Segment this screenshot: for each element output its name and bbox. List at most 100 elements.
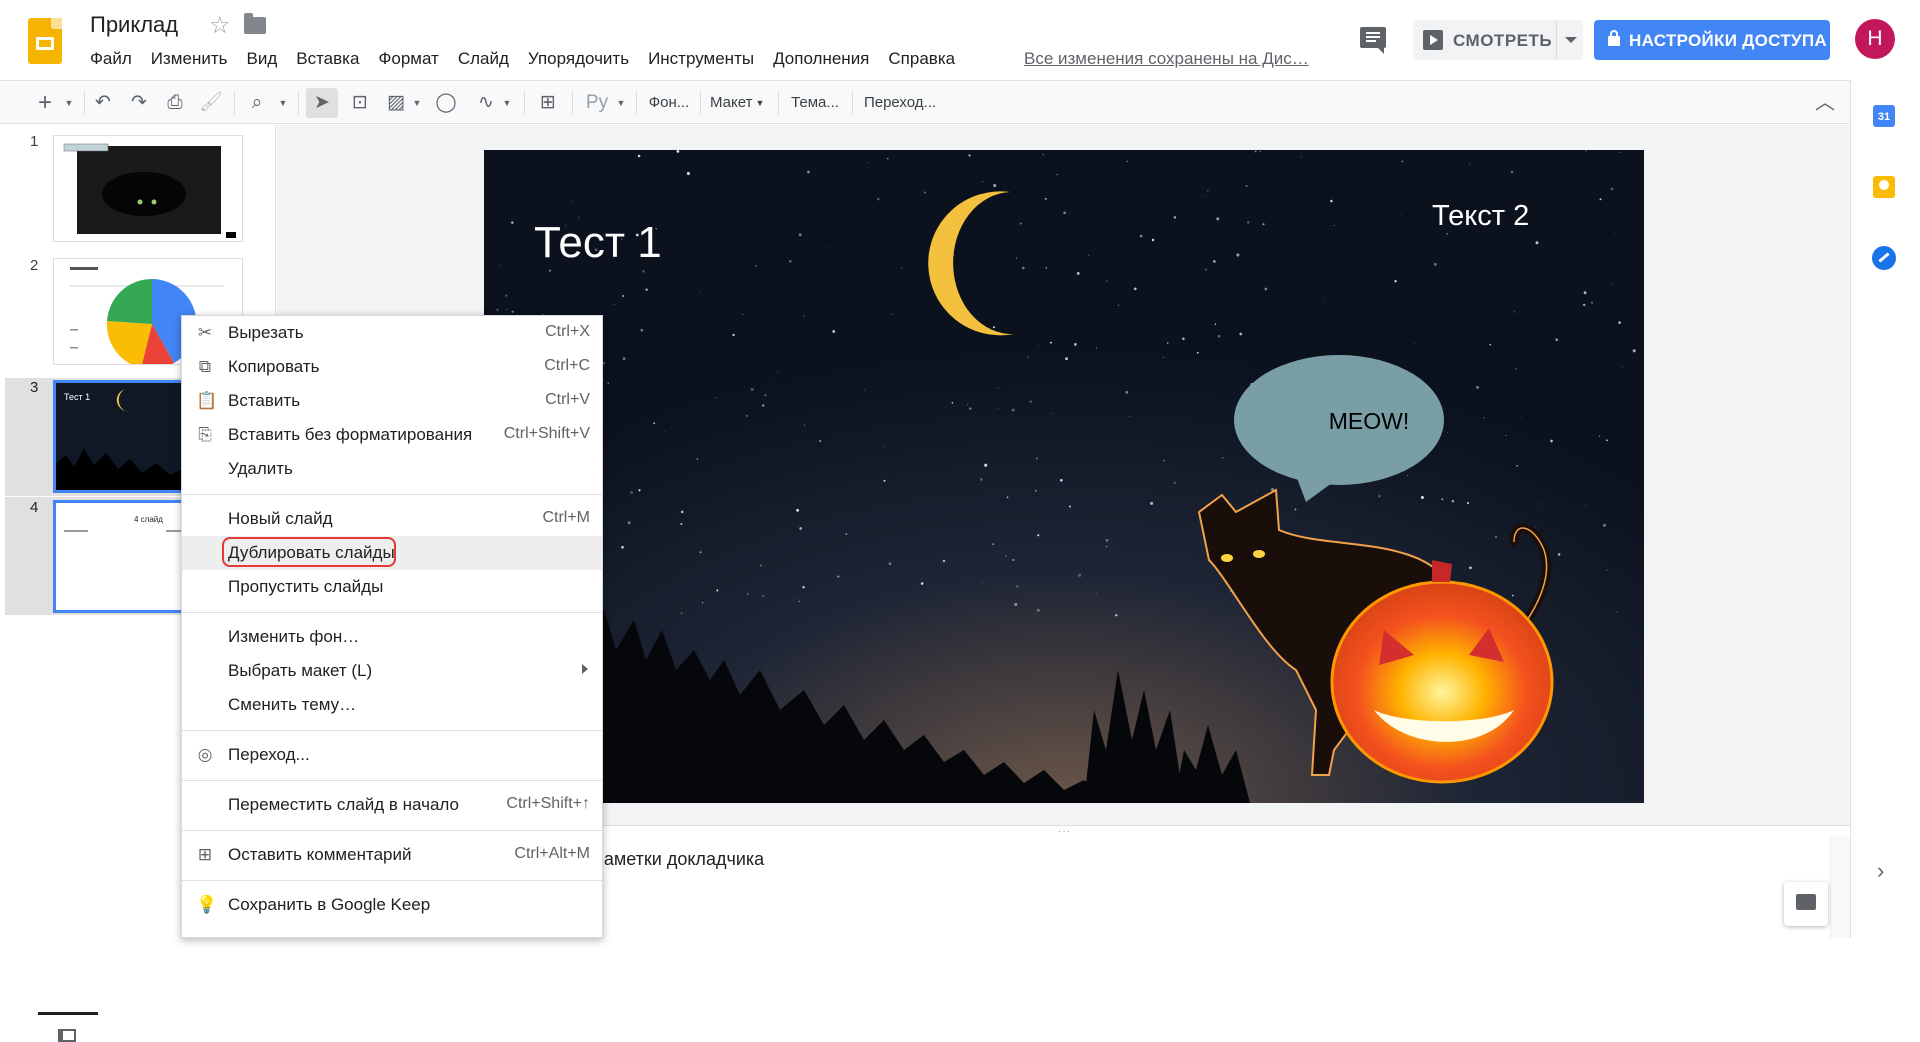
menu-item-save-to-keep[interactable]: 💡 Сохранить в Google Keep bbox=[182, 888, 602, 922]
folder-icon[interactable] bbox=[244, 13, 266, 34]
menu-item-label: Вырезать bbox=[228, 323, 304, 342]
menu-item-comment[interactable]: ⊞ Оставить комментарий Ctrl+Alt+M bbox=[182, 838, 602, 872]
present-button[interactable]: СМОТРЕТЬ bbox=[1413, 20, 1583, 60]
menu-item-label: Переместить слайд в начало bbox=[228, 795, 459, 814]
present-dropdown-chevron-icon[interactable] bbox=[1565, 37, 1577, 43]
expand-side-panel-chevron-icon[interactable]: › bbox=[1877, 858, 1884, 884]
menu-item-label: Копировать bbox=[228, 357, 320, 376]
menu-item-shortcut: Ctrl+C bbox=[544, 357, 590, 374]
menu-item-change-background[interactable]: Изменить фон… bbox=[182, 620, 602, 654]
slide-text-box[interactable]: Текст 2 bbox=[1432, 200, 1529, 233]
menu-item-duplicate-slides[interactable]: Дублировать слайды bbox=[182, 536, 602, 570]
theme-button[interactable]: Тема... bbox=[788, 88, 842, 118]
menu-divider bbox=[182, 830, 602, 831]
menu-arrange[interactable]: Упорядочить bbox=[528, 49, 629, 69]
menu-item-delete[interactable]: Удалить bbox=[182, 452, 602, 486]
thumbnail-title: 4 слайд bbox=[134, 515, 163, 524]
menu-item-change-theme[interactable]: Сменить тему… bbox=[182, 688, 602, 722]
menu-item-label: Изменить фон… bbox=[228, 627, 360, 646]
menu-item-transition[interactable]: ◎ Переход... bbox=[182, 738, 602, 772]
avatar[interactable]: Н bbox=[1855, 19, 1895, 59]
menu-item-paste[interactable]: 📋 Вставить Ctrl+V bbox=[182, 384, 602, 418]
menu-item-label: Сохранить в Google Keep bbox=[228, 895, 431, 914]
transition-icon: ◎ bbox=[197, 745, 213, 764]
menu-bar: Файл Изменить Вид Вставка Формат Слайд У… bbox=[90, 49, 974, 69]
grid-view-icon[interactable] bbox=[58, 1029, 76, 1042]
background-button[interactable]: Фон... bbox=[644, 88, 694, 118]
keep-icon[interactable] bbox=[1873, 176, 1895, 198]
layout-button[interactable]: Макет ▼ bbox=[710, 88, 764, 118]
input-tools-button[interactable]: Ру bbox=[580, 88, 614, 118]
line-icon[interactable]: ∿ bbox=[472, 88, 500, 118]
share-button[interactable]: НАСТРОЙКИ ДОСТУПА bbox=[1594, 20, 1830, 60]
slide-canvas[interactable]: Тест 1 Текст 2 MEOW! bbox=[484, 150, 1644, 803]
paint-format-icon[interactable]: 🖌 bbox=[198, 88, 224, 118]
menu-item-copy[interactable]: ⧉ Копировать Ctrl+C bbox=[182, 350, 602, 384]
input-tools-dropdown-icon[interactable]: ▼ bbox=[616, 88, 626, 118]
calendar-icon[interactable]: 31 bbox=[1873, 105, 1895, 127]
new-slide-plus-icon[interactable]: + bbox=[32, 88, 58, 118]
slides-logo-icon[interactable] bbox=[28, 18, 62, 64]
pumpkin-icon bbox=[1330, 580, 1554, 784]
notes-scrollbar[interactable] bbox=[1830, 836, 1850, 938]
line-dropdown-icon[interactable]: ▼ bbox=[502, 88, 512, 118]
comment-history-icon[interactable] bbox=[1360, 27, 1386, 54]
menu-insert[interactable]: Вставка bbox=[296, 49, 359, 69]
transition-button[interactable]: Переход... bbox=[860, 88, 940, 118]
slide-number: 4 bbox=[30, 499, 39, 516]
menu-item-apply-layout[interactable]: Выбрать макет (L) bbox=[182, 654, 602, 688]
speech-bubble-text[interactable]: MEOW! bbox=[1309, 408, 1429, 435]
slide-thumbnail-1[interactable] bbox=[53, 135, 243, 242]
text-box-icon[interactable]: ⊡ bbox=[346, 88, 374, 118]
menu-item-paste-plain[interactable]: ⎘ Вставить без форматирования Ctrl+Shift… bbox=[182, 418, 602, 452]
menu-item-shortcut: Ctrl+Alt+M bbox=[514, 845, 590, 862]
zoom-icon[interactable]: ⌕ bbox=[244, 88, 270, 118]
tasks-icon[interactable] bbox=[1872, 246, 1896, 270]
menu-item-skip-slides[interactable]: Пропустить слайды bbox=[182, 570, 602, 604]
menu-format[interactable]: Формат bbox=[378, 49, 438, 69]
menu-item-label: Дублировать слайды bbox=[228, 543, 395, 562]
menu-view[interactable]: Вид bbox=[246, 49, 277, 69]
collapse-toolbar-chevron-icon[interactable]: ︿ bbox=[1812, 88, 1838, 118]
select-tool-icon[interactable]: ➤ bbox=[306, 88, 338, 118]
redo-icon[interactable]: ↷ bbox=[126, 88, 152, 118]
new-slide-dropdown-icon[interactable]: ▼ bbox=[64, 88, 74, 118]
undo-icon[interactable]: ↶ bbox=[90, 88, 116, 118]
side-panel: 31 › bbox=[1850, 80, 1920, 938]
menu-divider bbox=[182, 494, 602, 495]
layout-button-label: Макет bbox=[710, 94, 753, 111]
menu-item-shortcut: Ctrl+V bbox=[545, 391, 590, 408]
menu-item-label: Оставить комментарий bbox=[228, 845, 412, 864]
context-menu: ✂ Вырезать Ctrl+X ⧉ Копировать Ctrl+C 📋 … bbox=[181, 315, 603, 938]
menu-slide[interactable]: Слайд bbox=[458, 49, 509, 69]
slide-number: 1 bbox=[30, 133, 39, 150]
star-icon[interactable]: ☆ bbox=[209, 11, 231, 40]
menu-file[interactable]: Файл bbox=[90, 49, 132, 69]
explore-button[interactable] bbox=[1784, 882, 1828, 926]
speaker-notes-text[interactable]: Заметки докладчика bbox=[593, 849, 764, 870]
shape-icon[interactable]: ◯ bbox=[432, 88, 460, 118]
document-title[interactable]: Приклад bbox=[90, 12, 178, 38]
slide-title-text[interactable]: Тест 1 bbox=[534, 218, 662, 268]
menu-edit[interactable]: Изменить bbox=[151, 49, 228, 69]
lock-icon bbox=[1608, 30, 1620, 46]
image-dropdown-icon[interactable]: ▼ bbox=[412, 88, 422, 118]
menu-item-move-to-start[interactable]: Переместить слайд в начало Ctrl+Shift+↑ bbox=[182, 788, 602, 822]
slide-number: 3 bbox=[30, 379, 39, 396]
menu-item-new-slide[interactable]: Новый слайд Ctrl+M bbox=[182, 502, 602, 536]
print-icon[interactable]: ⎙ bbox=[162, 88, 188, 118]
zoom-dropdown-icon[interactable]: ▼ bbox=[278, 88, 288, 118]
menu-addons[interactable]: Дополнения bbox=[773, 49, 869, 69]
save-status-link[interactable]: Все изменения сохранены на Дис… bbox=[1024, 49, 1309, 69]
menu-item-cut[interactable]: ✂ Вырезать Ctrl+X bbox=[182, 316, 602, 350]
app-header: Приклад ☆ Файл Изменить Вид Вставка Форм… bbox=[0, 0, 1920, 80]
menu-help[interactable]: Справка bbox=[888, 49, 955, 69]
insert-comment-icon[interactable]: ⊞ bbox=[534, 88, 562, 118]
paste-plain-icon: ⎘ bbox=[198, 425, 212, 444]
copy-icon: ⧉ bbox=[198, 357, 212, 376]
insert-image-icon[interactable]: ▨ bbox=[382, 88, 410, 118]
play-icon bbox=[1423, 30, 1443, 50]
menu-item-label: Новый слайд bbox=[228, 509, 333, 528]
thumbnail-title: Тест 1 bbox=[64, 392, 91, 402]
menu-tools[interactable]: Инструменты bbox=[648, 49, 754, 69]
